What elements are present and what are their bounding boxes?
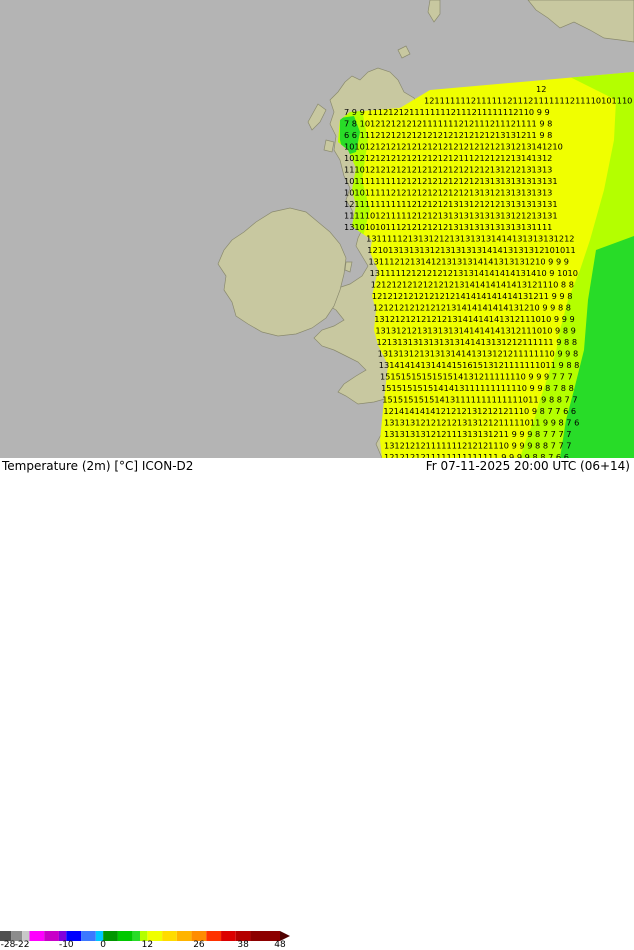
value-row: 1313121213131313141414141312111010 9 8 9 — [375, 326, 576, 336]
value-row: 1212121212121212141414141414131211 9 9 8 — [372, 291, 573, 301]
valid-datetime: Fr 07-11-2025 20:00 UTC (06+14) — [425, 459, 630, 473]
value-row: 1214141414121212131212121110 9 8 7 7 6 6 — [383, 406, 576, 416]
value-row: 1311121213141213131314141313131210 9 9 9 — [368, 257, 569, 267]
value-row: 6 6 1112121212121212121212121213131211 9… — [344, 130, 552, 140]
value-row: 1310101011121212121213131313131313131111 — [344, 222, 552, 232]
value-row: 1110121212121212121212121212131212131313 — [344, 165, 552, 175]
land-skye — [323, 139, 335, 153]
value-row: 1211111111111212121213131212121313131313… — [344, 199, 558, 209]
map-title: Temperature (2m) [°C] ICON-D2 — [2, 459, 194, 473]
value-row: 7 8 1012121212121111111212111211121111 9… — [344, 119, 552, 129]
colorbar-tick-label: 26 — [193, 940, 205, 950]
weather-map: 12 12111111121111112111211111112111101011… — [0, 0, 634, 458]
value-row: 1311111212121212131314141414131410 9 101… — [370, 268, 578, 278]
value-row: 1111101211111212121313131313131312121313… — [344, 211, 558, 221]
value-row: 131313121212121313121211111011 9 9 8 7 6 — [384, 418, 579, 428]
colorbar-tick-label: -28 — [0, 940, 16, 950]
value-row: 7 9 9 11121212111111112111211111112110 9… — [344, 107, 550, 117]
value-row: 1010111112121212121212121313121313131313 — [344, 188, 552, 198]
colorbar-tick-label: 48 — [274, 940, 286, 950]
value-row: 1313131213131314141313121211111110 9 9 8 — [378, 349, 579, 359]
value-row: 151515151514131111111111111011 9 8 8 7 7 — [382, 395, 577, 405]
value-row: 1213131313131313141413131212111111 9 8 8 — [377, 337, 578, 347]
value-row: 1515151515141413111111111110 9 9 8 7 8 8 — [381, 383, 574, 393]
value-row: 121212121212121213141414141413121110 8 8 — [371, 280, 574, 290]
value-row: 131313131212111313131211 9 9 9 8 7 7 7 7 — [384, 429, 572, 439]
colorbar-tick-label: 12 — [141, 940, 154, 950]
colorbar-tick-label: -10 — [58, 940, 74, 950]
colorbar-tick-label: 0 — [100, 940, 107, 950]
value-row: 131212121111111212121110 9 9 9 8 8 7 7 7 — [384, 441, 572, 451]
value-row: 1314141413141415161513121111111011 9 8 8 — [379, 360, 580, 370]
value-row: 1312121212121213141414141312111010 9 9 9 — [374, 314, 575, 324]
value-row: 1515151515151514131211111110 9 9 9 7 7 7 — [380, 372, 573, 382]
footer: Temperature (2m) [°C] ICON-D2 Fr 07-11-2… — [0, 458, 634, 950]
value-row: 12121212121212131414141414131210 9 9 8 8 — [373, 303, 571, 313]
colorbar-tick-label: 38 — [237, 940, 249, 950]
value-row: 1011111111121212121212121213131313131313… — [344, 176, 558, 186]
value-row: 1211111112111111211121111111211110101110 — [424, 96, 632, 106]
value-row: 12 — [536, 84, 546, 94]
value-row: 1311111213131212131313131414131313131212 — [366, 234, 574, 244]
value-row: 1010121212121212121212121212121312131412… — [344, 142, 563, 152]
colorbar-tick-label: -22 — [14, 940, 30, 950]
colorbar-ticks: -28 -22 -10 0 12 26 38 48 — [0, 940, 300, 950]
value-row: 1210131313131213131313141413131312101011 — [367, 245, 575, 255]
value-row: 1012121212121212121212111212121213141312 — [344, 153, 552, 163]
